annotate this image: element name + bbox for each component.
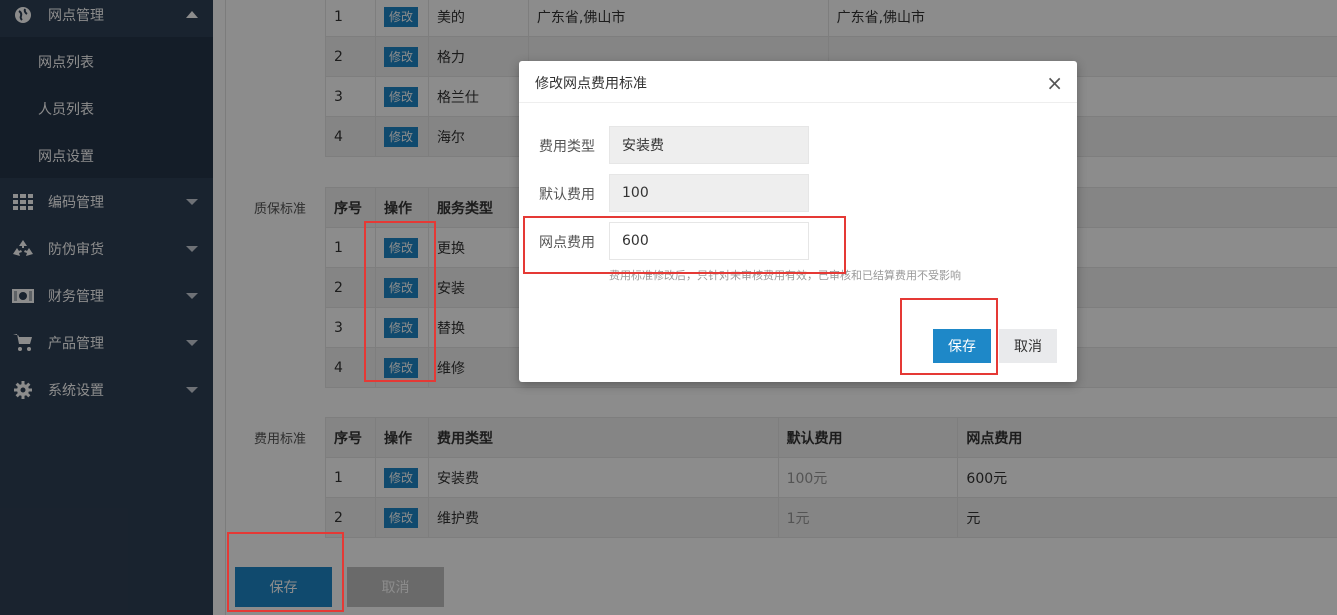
fee-type-label: 费用类型 [539,139,595,155]
modal-cancel-button[interactable]: 取消 [999,329,1057,363]
edit-fee-modal: 修改网点费用标准 × 费用类型 默认费用 网点费用 费用标准修改后，只针对未审核… [519,61,1077,382]
fee-hint-text: 费用标准修改后，只针对未审核费用有效，已审核和已结算费用不受影响 [609,269,961,282]
outlet-fee-label: 网点费用 [539,235,595,251]
close-icon[interactable]: × [1046,73,1063,93]
fee-type-field[interactable] [609,126,809,164]
modal-save-button[interactable]: 保存 [933,329,991,363]
default-fee-label: 默认费用 [539,187,595,203]
outlet-fee-input[interactable] [609,222,809,260]
modal-title: 修改网点费用标准 [535,76,647,92]
default-fee-field[interactable] [609,174,809,212]
modal-header: 修改网点费用标准 × [519,61,1077,103]
